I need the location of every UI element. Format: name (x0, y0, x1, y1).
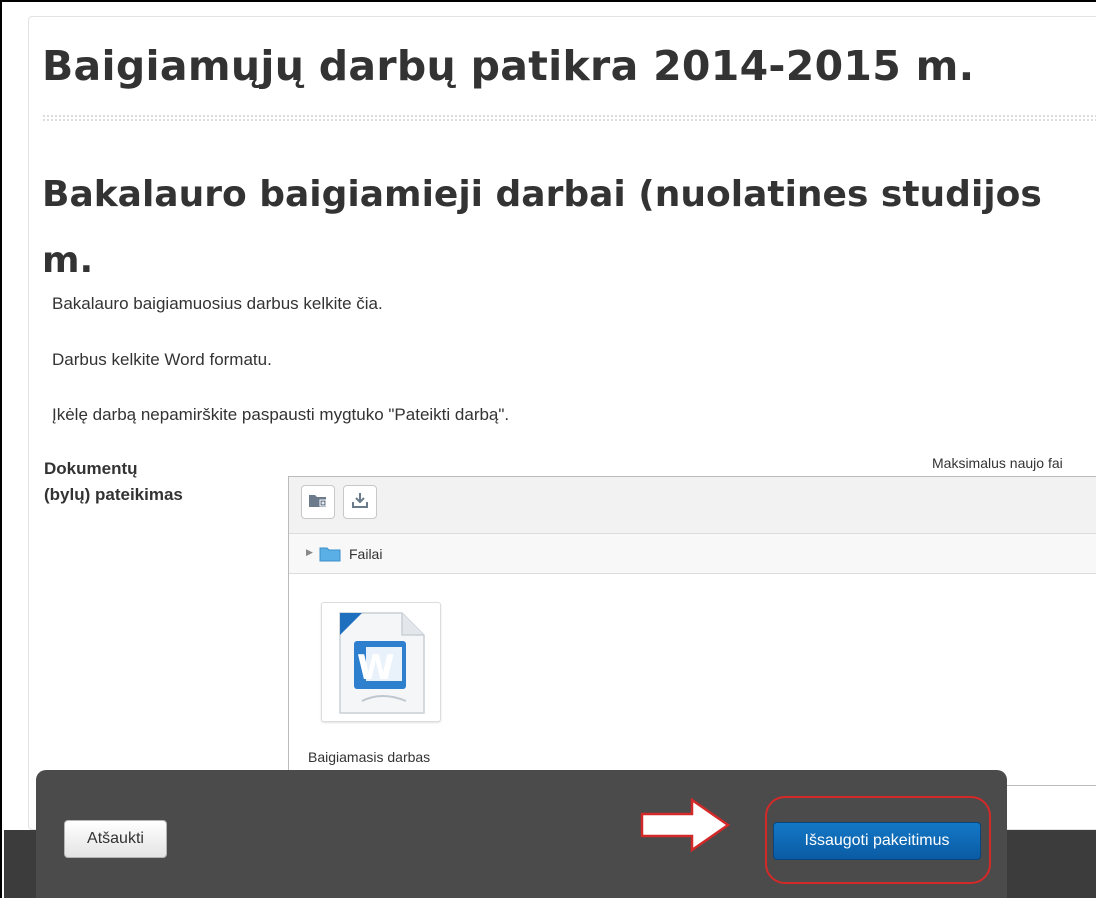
intro-line-2: Darbus kelkite Word formatu. (52, 350, 272, 369)
title-divider (42, 114, 1096, 123)
page-title: Baigiamųjų darbų patikra 2014-2015 m. (42, 42, 975, 90)
file-submission-label-line2: (bylų) pateikimas (44, 485, 183, 504)
file-submission-label-line1: Dokumentų (44, 459, 138, 478)
file-name[interactable]: Baigiamasis darbas (308, 749, 430, 765)
file-manager-path: ▶ Failai (289, 534, 1096, 574)
folder-icon[interactable] (319, 546, 341, 567)
file-item[interactable]: W (321, 602, 441, 722)
intro-line-1: Bakalauro baigiamuosius darbus kelkite č… (52, 294, 383, 313)
word-document-icon: W (332, 609, 432, 722)
breadcrumb-folder-label[interactable]: Failai (349, 546, 382, 562)
save-changes-button[interactable]: Išsaugoti pakeitimus (773, 822, 981, 860)
download-icon (351, 491, 369, 514)
file-submission-label: Dokumentų (bylų) pateikimas (44, 456, 264, 508)
svg-text:W: W (357, 648, 395, 688)
add-folder-button[interactable] (301, 485, 335, 519)
file-manager-toolbar (289, 477, 1096, 534)
section-title-line2: m. (42, 240, 94, 281)
max-file-size-note: Maksimalus naujo fai (932, 455, 1063, 471)
cancel-button[interactable]: Atšaukti (64, 820, 167, 858)
section-title: Bakalauro baigiamieji darbai (nuolatines… (42, 162, 1096, 294)
section-title-line1: Bakalauro baigiamieji darbai (nuolatines… (42, 174, 1042, 215)
intro-line-3: Įkėlę darbą nepamirškite paspausti mygtu… (52, 405, 510, 424)
expand-arrow-icon[interactable]: ▶ (306, 547, 313, 558)
download-all-button[interactable] (343, 485, 377, 519)
arrow-right-icon (639, 797, 731, 858)
folder-add-icon (308, 492, 328, 513)
file-manager: ▶ Failai W Baigiamasis darbas (288, 476, 1096, 786)
